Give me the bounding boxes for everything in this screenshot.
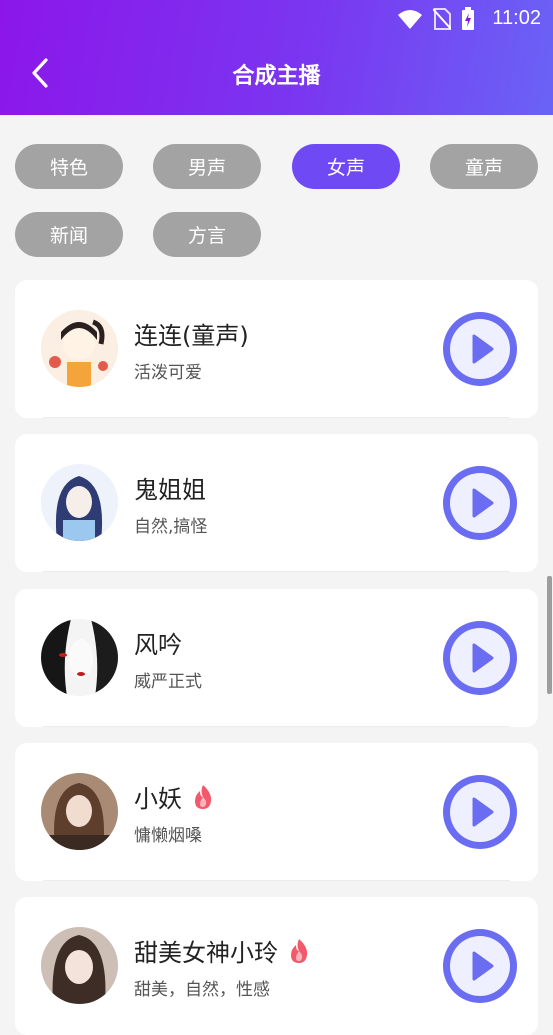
play-button[interactable] (441, 310, 519, 388)
avatar (41, 927, 118, 1004)
chip-female[interactable]: 女声 (292, 144, 400, 189)
voice-name: 小妖 (134, 779, 216, 814)
play-icon (443, 312, 517, 386)
voice-name-text: 甜美女神小玲 (134, 939, 278, 967)
header: 11:02 合成主播 (0, 0, 553, 115)
voice-desc: 慵懒烟嗓 (134, 826, 202, 846)
voice-name: 连连(童声) (134, 316, 249, 351)
divider (43, 417, 510, 418)
voice-name-text: 鬼姐姐 (134, 476, 206, 504)
page-title: 合成主播 (232, 64, 321, 89)
voice-name: 甜美女神小玲 (134, 933, 312, 968)
voice-card[interactable]: 小妖 慵懒烟嗓 (15, 743, 538, 881)
wifi-icon (398, 10, 422, 29)
voice-desc: 甜美，自然，性感 (134, 980, 270, 1000)
chip-male[interactable]: 男声 (153, 144, 261, 189)
scrollbar[interactable] (547, 576, 552, 694)
divider (43, 880, 510, 881)
voice-card[interactable]: 风吟 威严正式 (15, 589, 538, 727)
voice-name-text: 连连(童声) (134, 322, 249, 350)
play-icon (443, 929, 517, 1003)
divider (43, 571, 510, 572)
voice-name-text: 风吟 (134, 631, 182, 659)
voice-card[interactable]: 连连(童声) 活泼可爱 (15, 280, 538, 418)
voice-card[interactable]: 鬼姐姐 自然,搞怪 (15, 434, 538, 572)
avatar (41, 619, 118, 696)
avatar (41, 310, 118, 387)
play-button[interactable] (441, 927, 519, 1005)
play-icon (443, 775, 517, 849)
avatar (41, 773, 118, 850)
battery-charging-icon (462, 7, 474, 30)
status-time: 11:02 (492, 7, 541, 29)
voice-desc: 活泼可爱 (134, 363, 202, 383)
voice-name-text: 小妖 (134, 785, 182, 813)
chip-child[interactable]: 童声 (430, 144, 538, 189)
chip-news[interactable]: 新闻 (15, 212, 123, 257)
play-icon (443, 466, 517, 540)
voice-name: 鬼姐姐 (134, 470, 206, 505)
voice-desc: 自然,搞怪 (134, 517, 208, 537)
status-bar: 11:02 (0, 0, 553, 38)
avatar (41, 464, 118, 541)
play-button[interactable] (441, 619, 519, 697)
chip-dialect[interactable]: 方言 (153, 212, 261, 257)
play-button[interactable] (441, 773, 519, 851)
voice-desc: 威严正式 (134, 672, 202, 692)
hot-flame-icon (291, 938, 308, 963)
chip-featured[interactable]: 特色 (15, 144, 123, 189)
hot-flame-icon (195, 784, 212, 809)
play-icon (443, 621, 517, 695)
no-sim-icon (433, 8, 451, 30)
voice-card[interactable]: 甜美女神小玲 甜美，自然，性感 (15, 897, 538, 1035)
divider (43, 726, 510, 727)
voice-name: 风吟 (134, 625, 182, 660)
play-button[interactable] (441, 464, 519, 542)
status-icons (397, 7, 475, 31)
